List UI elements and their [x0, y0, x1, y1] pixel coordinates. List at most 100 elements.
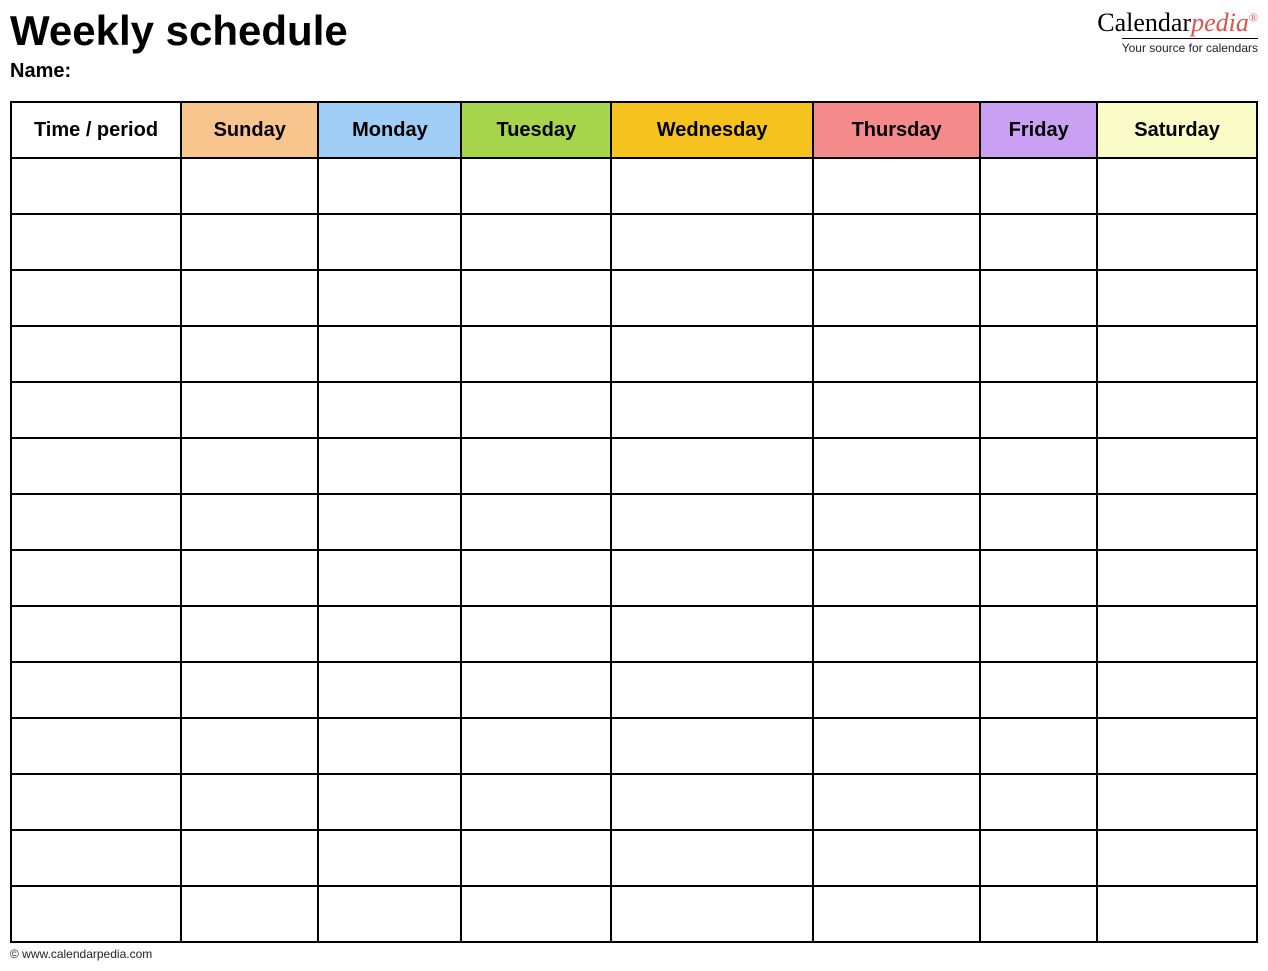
- col-header-thursday: Thursday: [813, 102, 980, 158]
- page-title: Weekly schedule: [10, 10, 348, 52]
- table-cell: [611, 494, 813, 550]
- table-cell: [11, 326, 181, 382]
- table-cell: [611, 382, 813, 438]
- table-cell: [461, 606, 611, 662]
- table-cell: [181, 326, 318, 382]
- table-cell: [980, 214, 1097, 270]
- table-cell: [611, 830, 813, 886]
- table-cell: [611, 718, 813, 774]
- table-cell: [181, 662, 318, 718]
- table-cell: [181, 270, 318, 326]
- table-row: [11, 886, 1257, 942]
- table-cell: [11, 270, 181, 326]
- table-cell: [318, 382, 461, 438]
- table-cell: [181, 494, 318, 550]
- table-cell: [11, 438, 181, 494]
- table-cell: [980, 158, 1097, 214]
- col-header-time: Time / period: [11, 102, 181, 158]
- table-cell: [461, 494, 611, 550]
- table-cell: [611, 438, 813, 494]
- table-cell: [813, 158, 980, 214]
- header-row: Time / period Sunday Monday Tuesday Wedn…: [11, 102, 1257, 158]
- table-cell: [1097, 438, 1257, 494]
- logo-registered: ®: [1249, 10, 1258, 24]
- table-cell: [980, 606, 1097, 662]
- table-cell: [980, 886, 1097, 942]
- table-row: [11, 382, 1257, 438]
- footer-copyright: © www.calendarpedia.com: [10, 947, 1258, 961]
- table-cell: [318, 774, 461, 830]
- table-cell: [611, 158, 813, 214]
- table-cell: [461, 438, 611, 494]
- table-cell: [11, 830, 181, 886]
- col-header-saturday: Saturday: [1097, 102, 1257, 158]
- logo-prefix: Calendar: [1097, 8, 1191, 37]
- table-cell: [318, 550, 461, 606]
- table-cell: [1097, 158, 1257, 214]
- name-field-label: Name:: [10, 60, 1258, 83]
- table-cell: [980, 270, 1097, 326]
- table-cell: [1097, 550, 1257, 606]
- table-cell: [11, 382, 181, 438]
- table-row: [11, 214, 1257, 270]
- table-row: [11, 662, 1257, 718]
- table-cell: [611, 886, 813, 942]
- table-cell: [461, 830, 611, 886]
- table-cell: [11, 494, 181, 550]
- table-cell: [980, 326, 1097, 382]
- logo-tagline: Your source for calendars: [1122, 38, 1258, 55]
- table-row: [11, 158, 1257, 214]
- table-cell: [318, 830, 461, 886]
- table-cell: [813, 270, 980, 326]
- table-cell: [11, 886, 181, 942]
- table-cell: [813, 382, 980, 438]
- table-cell: [1097, 606, 1257, 662]
- table-cell: [318, 438, 461, 494]
- table-cell: [318, 606, 461, 662]
- table-row: [11, 494, 1257, 550]
- table-cell: [611, 606, 813, 662]
- table-cell: [1097, 774, 1257, 830]
- table-cell: [813, 214, 980, 270]
- col-header-wednesday: Wednesday: [611, 102, 813, 158]
- table-cell: [11, 550, 181, 606]
- table-cell: [461, 550, 611, 606]
- table-cell: [813, 494, 980, 550]
- table-cell: [318, 494, 461, 550]
- table-row: [11, 438, 1257, 494]
- table-cell: [813, 606, 980, 662]
- table-cell: [1097, 662, 1257, 718]
- table-cell: [1097, 270, 1257, 326]
- table-cell: [318, 158, 461, 214]
- table-cell: [1097, 382, 1257, 438]
- table-cell: [1097, 326, 1257, 382]
- table-cell: [813, 662, 980, 718]
- table-cell: [1097, 830, 1257, 886]
- table-cell: [318, 214, 461, 270]
- table-cell: [181, 550, 318, 606]
- table-cell: [181, 774, 318, 830]
- table-cell: [1097, 886, 1257, 942]
- table-cell: [1097, 494, 1257, 550]
- table-cell: [11, 214, 181, 270]
- table-cell: [813, 326, 980, 382]
- schedule-table: Time / period Sunday Monday Tuesday Wedn…: [10, 101, 1258, 943]
- table-cell: [461, 326, 611, 382]
- table-row: [11, 774, 1257, 830]
- table-cell: [813, 830, 980, 886]
- table-cell: [980, 550, 1097, 606]
- table-row: [11, 830, 1257, 886]
- table-cell: [611, 550, 813, 606]
- table-cell: [181, 606, 318, 662]
- table-cell: [181, 718, 318, 774]
- table-cell: [461, 662, 611, 718]
- table-cell: [461, 718, 611, 774]
- table-row: [11, 718, 1257, 774]
- table-cell: [1097, 214, 1257, 270]
- brand-logo: Calendarpedia® Your source for calendars: [1097, 10, 1258, 55]
- table-cell: [181, 214, 318, 270]
- col-header-tuesday: Tuesday: [461, 102, 611, 158]
- table-cell: [181, 382, 318, 438]
- table-cell: [980, 830, 1097, 886]
- table-cell: [980, 662, 1097, 718]
